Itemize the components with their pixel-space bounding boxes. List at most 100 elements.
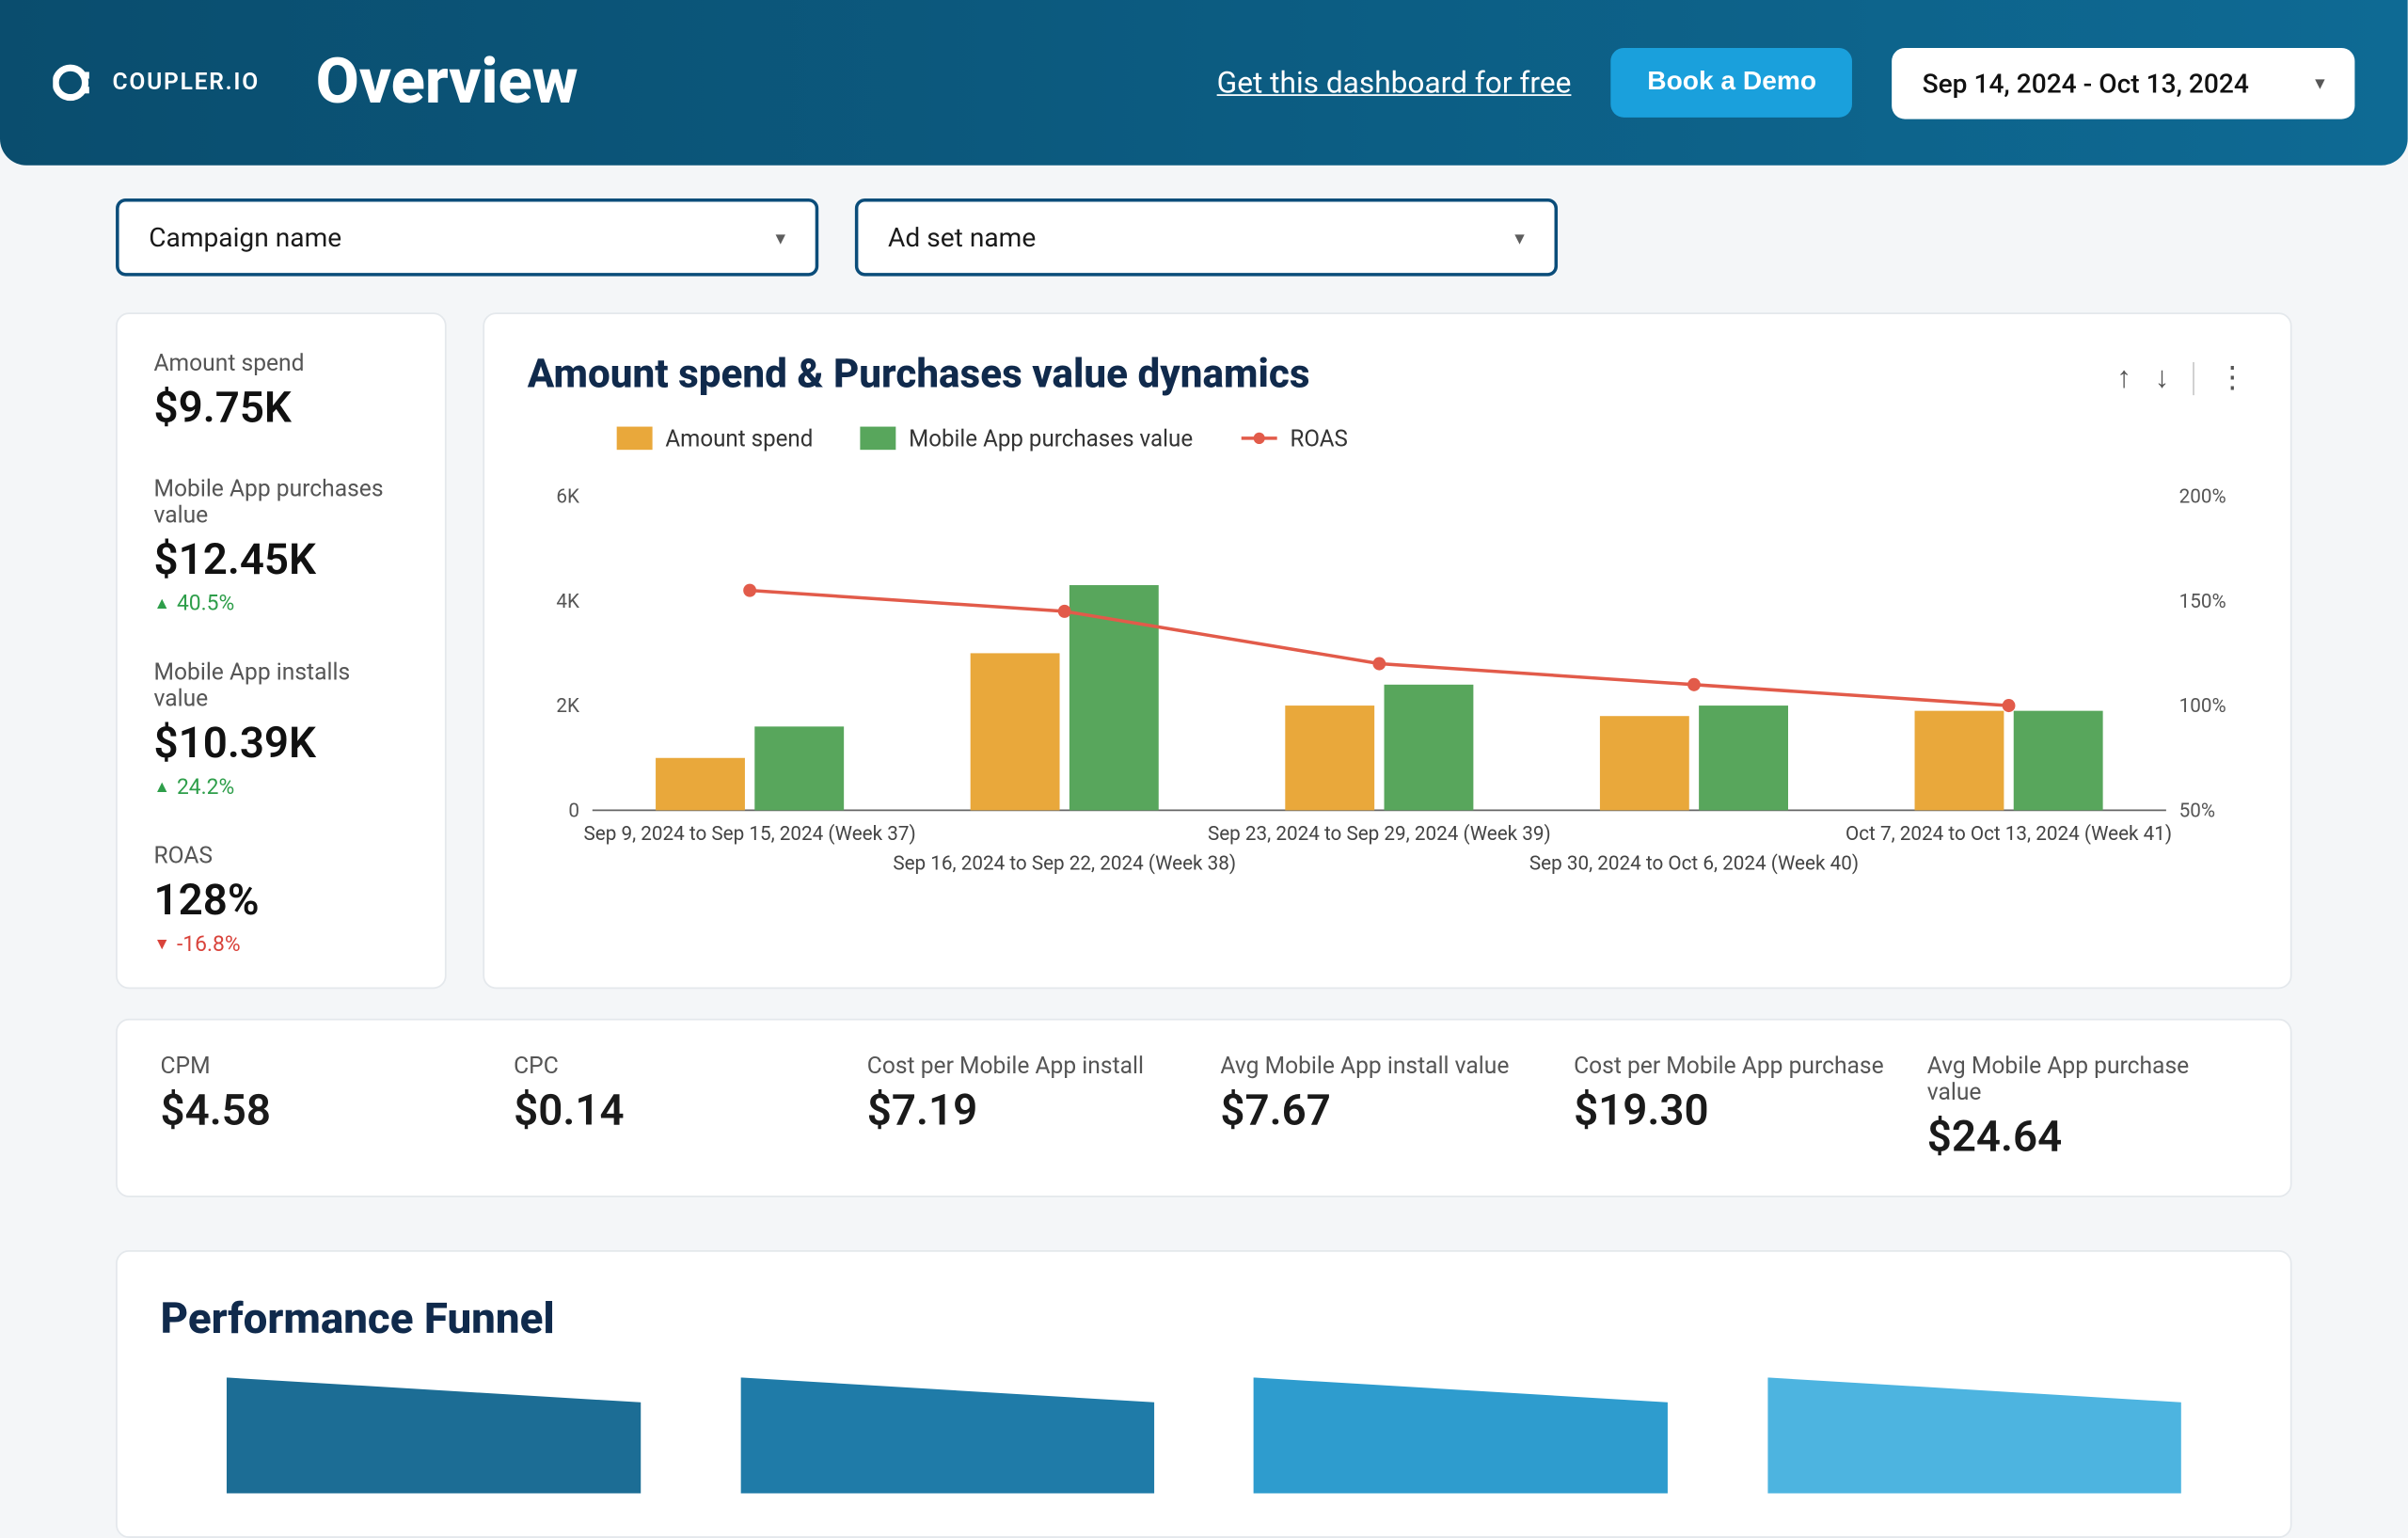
kpi-value: $9.75K [153, 384, 408, 434]
kpi-delta-value: 24.2% [177, 776, 234, 801]
kpi-label: Mobile App installs value [153, 659, 408, 712]
metric-value: $19.30 [1574, 1086, 1893, 1136]
metric-value: $4.58 [161, 1086, 481, 1136]
book-demo-button[interactable]: Book a Demo [1611, 48, 1853, 118]
metric-value: $0.14 [514, 1086, 833, 1136]
svg-text:150%: 150% [2179, 591, 2226, 613]
metric-label: Avg Mobile App purchase value [1927, 1054, 2247, 1106]
roas-point [2003, 699, 2016, 712]
metric: CPC $0.14 [514, 1054, 833, 1163]
kpi-label: ROAS [153, 844, 408, 870]
svg-text:6K: 6K [556, 485, 579, 508]
bar-purchases [1385, 685, 1474, 811]
bar-spend [1600, 716, 1689, 810]
arrow-up-icon: ▲ [153, 779, 169, 797]
bar-purchases [754, 726, 844, 810]
metric-label: Cost per Mobile App purchase [1574, 1054, 1893, 1080]
roas-line [750, 591, 2008, 706]
campaign-filter[interactable]: Campaign name ▾ [116, 198, 818, 277]
legend-purchases: Mobile App purchases value [909, 424, 1193, 452]
x-axis-label: Sep 23, 2024 to Sep 29, 2024 (Week 39) [1208, 823, 1551, 846]
metric-label: CPM [161, 1054, 481, 1080]
chart-area: Amount spend Mobile App purchases value RO… [528, 414, 2247, 910]
separator [2193, 361, 2194, 394]
x-axis-label: Sep 16, 2024 to Sep 22, 2024 (Week 38) [893, 853, 1236, 876]
roas-point [1687, 678, 1701, 691]
bar-purchases [2014, 711, 2103, 811]
caret-down-icon: ▾ [1514, 226, 1525, 249]
logo: COUPLER.IO [53, 61, 260, 104]
roas-point [1058, 605, 1071, 618]
coupler-logo-icon [53, 61, 96, 104]
kpi-block: Mobile App purchases value$12.45K▲40.5% [153, 476, 408, 616]
arrow-down-icon: ▼ [153, 936, 169, 954]
metric-value: $7.19 [867, 1086, 1187, 1136]
kpi-card: Amount spend$9.75KMobile App purchases v… [116, 312, 447, 989]
metric: CPM $4.58 [161, 1054, 481, 1163]
roas-point [743, 584, 756, 597]
metric-label: CPC [514, 1054, 833, 1080]
svg-text:50%: 50% [2179, 800, 2215, 822]
kpi-delta: ▼ -16.8% [153, 933, 408, 958]
arrow-up-icon[interactable]: ↑ [2116, 360, 2131, 395]
kpi-block: ROAS 128% ▼ -16.8% [153, 844, 408, 958]
metric-label: Cost per Mobile App install [867, 1054, 1187, 1080]
metric-value: $7.67 [1220, 1086, 1540, 1136]
funnel-segment [740, 1377, 1154, 1493]
kpi-delta: ▲ 40.5% [153, 592, 408, 616]
kpi-value: $12.45K [153, 536, 408, 586]
bar-spend [1285, 706, 1374, 810]
legend-roas: ROAS [1290, 424, 1347, 452]
bar-purchases [1699, 706, 1788, 810]
x-axis-label: Sep 30, 2024 to Oct 6, 2024 (Week 40) [1529, 853, 1859, 876]
page-title: Overview [316, 46, 578, 119]
logo-text: COUPLER.IO [113, 70, 260, 96]
svg-text:0: 0 [568, 800, 579, 822]
funnel-segment [1254, 1377, 1668, 1493]
arrow-up-icon: ▲ [153, 595, 169, 613]
metrics-row: CPM $4.58 CPC $0.14 Cost per Mobile App inst… [116, 1019, 2292, 1197]
kpi-delta-value: 40.5% [177, 592, 234, 616]
metric: Cost per Mobile App purchase $19.30 [1574, 1054, 1893, 1163]
kpi-block: Mobile App installs value $10.39K ▲ 24.2% [153, 659, 408, 800]
kpi-label: Amount spend [153, 351, 408, 377]
arrow-down-icon[interactable]: ↓ [2155, 360, 2170, 395]
metric: Cost per Mobile App install $7.19 [867, 1054, 1187, 1163]
date-range-value: Sep 14, 2024 - Oct 13, 2024 [1923, 67, 2249, 98]
svg-text:200%: 200% [2179, 485, 2226, 508]
funnel-title: Performance Funnel [161, 1295, 2248, 1345]
kebab-menu-icon[interactable]: ⋮ [2217, 360, 2247, 395]
bar-spend [971, 653, 1060, 810]
filters-row: Campaign name ▾ Ad set name ▾ [116, 198, 2292, 277]
legend-spend: Amount spend [665, 424, 813, 452]
kpi-block: Amount spend $9.75K [153, 351, 408, 434]
chart-card: Amount spend & Purchases value dynamics … [483, 312, 2291, 989]
funnel-segment [227, 1377, 641, 1493]
x-axis-label: Oct 7, 2024 to Oct 13, 2024 (Week 41) [1846, 823, 2172, 846]
metric-label: Avg Mobile App install value [1220, 1054, 1540, 1080]
header: COUPLER.IO Overview Get this dashboard f… [0, 0, 2408, 166]
x-axis-label: Sep 9, 2024 to Sep 15, 2024 (Week 37) [584, 823, 916, 846]
bar-spend [1915, 711, 2004, 811]
campaign-filter-label: Campaign name [149, 222, 341, 253]
date-range-selector[interactable]: Sep 14, 2024 - Oct 13, 2024 ▾ [1893, 47, 2354, 119]
funnel-segment [1766, 1377, 2180, 1493]
svg-text:100%: 100% [2179, 695, 2226, 718]
kpi-value: $10.39K [153, 720, 408, 769]
metric: Avg Mobile App purchase value $24.64 [1927, 1054, 2247, 1163]
kpi-value: 128% [153, 877, 408, 927]
roas-point [1372, 658, 1386, 671]
get-dashboard-link[interactable]: Get this dashboard for free [1217, 65, 1572, 100]
adset-filter-label: Ad set name [888, 222, 1036, 253]
kpi-delta-value: -16.8% [177, 933, 241, 958]
caret-down-icon: ▾ [775, 226, 785, 249]
bar-spend [656, 758, 745, 811]
kpi-delta: ▲ 24.2% [153, 776, 408, 801]
funnel-shapes [161, 1377, 2248, 1493]
chart-title: Amount spend & Purchases value dynamics [528, 351, 2247, 397]
funnel-card: Performance Funnel [116, 1250, 2292, 1538]
adset-filter[interactable]: Ad set name ▾ [855, 198, 1558, 277]
caret-down-icon: ▾ [2315, 71, 2325, 95]
metric-value: $24.64 [1927, 1113, 2247, 1163]
svg-text:2K: 2K [556, 695, 579, 718]
